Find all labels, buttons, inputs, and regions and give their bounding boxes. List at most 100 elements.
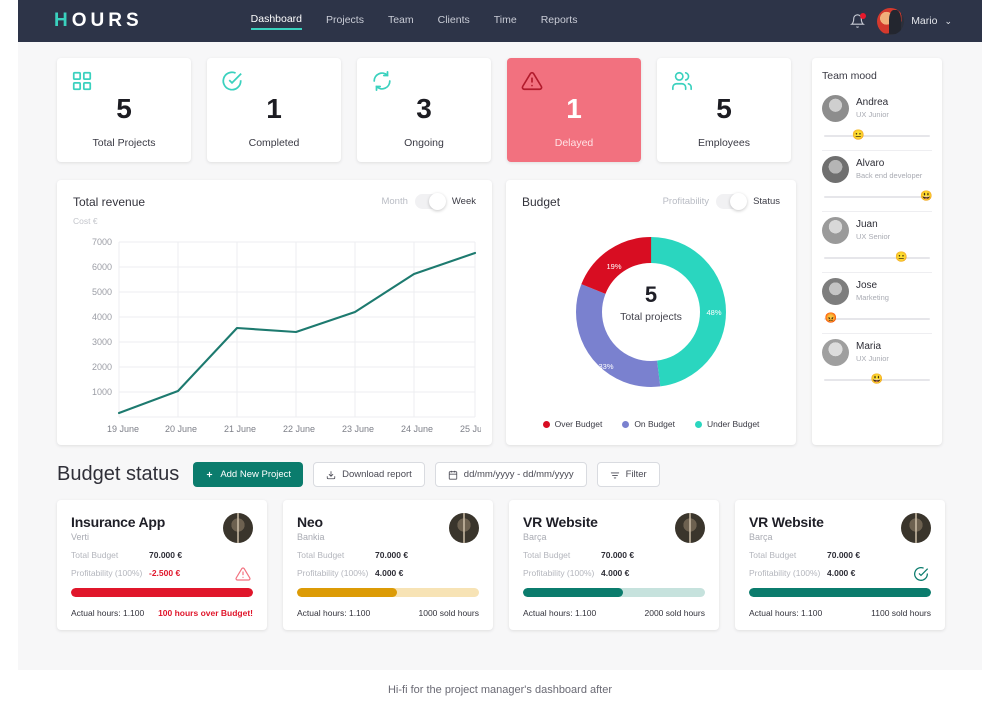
slider-track [824, 318, 930, 320]
mood-emoji-icon[interactable]: 😡 [823, 311, 838, 326]
bell-icon[interactable] [850, 13, 867, 29]
actual-hours: Actual hours: 1.100 [749, 608, 823, 618]
header-right: Mario ⌄ [850, 7, 952, 35]
member-name: Jose [856, 280, 878, 292]
avatar [901, 513, 931, 543]
profitability-value: 4.000 € [375, 568, 404, 578]
mood-slider[interactable]: 😐 [822, 251, 932, 265]
filter-button[interactable]: Filter [596, 462, 660, 487]
profitability-label: Profitability (100%) [71, 568, 143, 578]
refresh-icon [371, 70, 393, 92]
kpi-card-ongoing[interactable]: 3 Ongoing [357, 58, 491, 162]
budget-label: Total Budget [297, 550, 345, 560]
add-new-project-button[interactable]: Add New Project [193, 462, 304, 487]
nav-item-dashboard[interactable]: Dashboard [250, 13, 303, 30]
budget-note: 100 hours over Budget! [158, 608, 253, 618]
logo-rest: OURS [71, 10, 143, 31]
svg-text:24 June: 24 June [401, 424, 433, 434]
progress-bar [297, 588, 479, 597]
budget-panel: Budget Profitability Status 48% 33% 19% [506, 180, 796, 445]
mood-emoji-icon[interactable]: 😐 [894, 250, 909, 265]
download-report-button[interactable]: Download report [313, 462, 425, 487]
mood-row: Juan UX Senior 😐 [822, 212, 932, 273]
user-menu[interactable]: Mario ⌄ [877, 7, 952, 35]
project-card[interactable]: Insurance App Verti Total Budget 70.000 … [57, 500, 267, 630]
project-footer: Actual hours: 1.100 1000 sold hours [297, 608, 479, 618]
grid-icon [71, 70, 93, 92]
legend-item-on-budget: On Budget [622, 419, 675, 429]
budget-legend: Over Budget On Budget Under Budget [506, 419, 796, 429]
actual-hours: Actual hours: 1.100 [523, 608, 597, 618]
kpi-card-total-projects[interactable]: 5 Total Projects [57, 58, 191, 162]
mood-emoji-icon[interactable]: 😃 [870, 372, 885, 387]
app-header: HOURS Dashboard Projects Team Clients Ti… [18, 0, 982, 42]
budget-view-toggle[interactable]: Profitability Status [663, 193, 780, 210]
profitability-value: -2.500 € [149, 568, 181, 578]
date-range-value: dd/mm/yyyy - dd/mm/yyyy [463, 469, 574, 480]
section-title: Budget status [57, 463, 180, 485]
legend-swatch [622, 420, 630, 428]
mood-slider[interactable]: 😐 [822, 129, 932, 143]
svg-text:1000: 1000 [92, 387, 112, 397]
mood-row: Andrea UX Junior 😐 [822, 90, 932, 151]
kpi-value: 3 [416, 93, 432, 124]
kpi-card-delayed[interactable]: 1 Delayed [507, 58, 641, 162]
project-budget-row: Total Budget 70.000 € [749, 550, 931, 560]
svg-text:22 June: 22 June [283, 424, 315, 434]
calendar-icon [448, 470, 457, 480]
member-role: UX Junior [856, 354, 889, 364]
kpi-label: Delayed [554, 137, 594, 149]
revenue-period-toggle[interactable]: Month Week [381, 193, 476, 210]
member-role: Back end developer [856, 171, 923, 181]
toggle-label-month: Month [381, 196, 408, 207]
project-profit-row: Profitability (100%) 4.000 € [749, 568, 931, 578]
project-footer: Actual hours: 1.100 1100 sold hours [749, 608, 931, 618]
profitability-label: Profitability (100%) [749, 568, 821, 578]
legend-item-over-budget: Over Budget [542, 419, 602, 429]
check-circle-icon [913, 566, 929, 582]
button-label: Download report [342, 469, 412, 480]
profitability-value: 4.000 € [601, 568, 630, 578]
date-range-picker[interactable]: dd/mm/yyyy - dd/mm/yyyy [434, 462, 587, 487]
warning-icon [235, 566, 251, 582]
nav-item-team[interactable]: Team [388, 14, 414, 29]
kpi-value: 5 [116, 93, 132, 124]
mood-slider[interactable]: 😃 [822, 373, 932, 387]
mood-row: Alvaro Back end developer 😃 [822, 151, 934, 212]
nav-item-clients[interactable]: Clients [438, 14, 470, 29]
download-icon [326, 470, 336, 479]
mood-emoji-icon[interactable]: 😐 [851, 128, 866, 143]
mood-slider[interactable]: 😃 [822, 189, 934, 204]
total-revenue-panel: Total revenue Month Week Cost € 7000 600… [57, 180, 492, 445]
period-switch[interactable] [414, 193, 446, 210]
app-logo: HOURS [54, 10, 143, 32]
svg-text:6000: 6000 [92, 262, 112, 272]
legend-label: On Budget [634, 419, 675, 429]
chevron-down-icon: ⌄ [944, 15, 952, 26]
nav-item-projects[interactable]: Projects [326, 14, 364, 29]
member-role: Marketing [856, 293, 889, 303]
donut-total-value: 5 [644, 282, 658, 307]
member-role: UX Senior [856, 232, 891, 242]
budget-switch[interactable] [716, 193, 748, 210]
switch-knob [428, 193, 446, 210]
nav-item-time[interactable]: Time [494, 14, 517, 29]
project-card[interactable]: VR Website Barça Total Budget 70.000 € P… [735, 500, 945, 630]
mood-slider[interactable]: 😡 [822, 312, 932, 326]
project-card[interactable]: Neo Bankia Total Budget 70.000 € Profita… [283, 500, 493, 630]
nav-item-reports[interactable]: Reports [541, 14, 578, 29]
avatar [223, 513, 253, 543]
notification-dot [860, 13, 867, 19]
svg-text:19 June: 19 June [107, 424, 139, 434]
sold-hours: 1100 sold hours [871, 608, 931, 618]
project-cards: Insurance App Verti Total Budget 70.000 … [57, 500, 945, 630]
kpi-card-completed[interactable]: 1 Completed [207, 58, 341, 162]
kpi-card-employees[interactable]: 5 Employees [657, 58, 791, 162]
profitability-label: Profitability (100%) [523, 568, 595, 578]
filter-icon [610, 472, 619, 478]
slider-track [824, 135, 930, 137]
user-name: Mario [911, 15, 938, 27]
mood-emoji-icon[interactable]: 😃 [919, 189, 934, 204]
project-card[interactable]: VR Website Barça Total Budget 70.000 € P… [509, 500, 719, 630]
member-name: Andrea [856, 97, 889, 109]
